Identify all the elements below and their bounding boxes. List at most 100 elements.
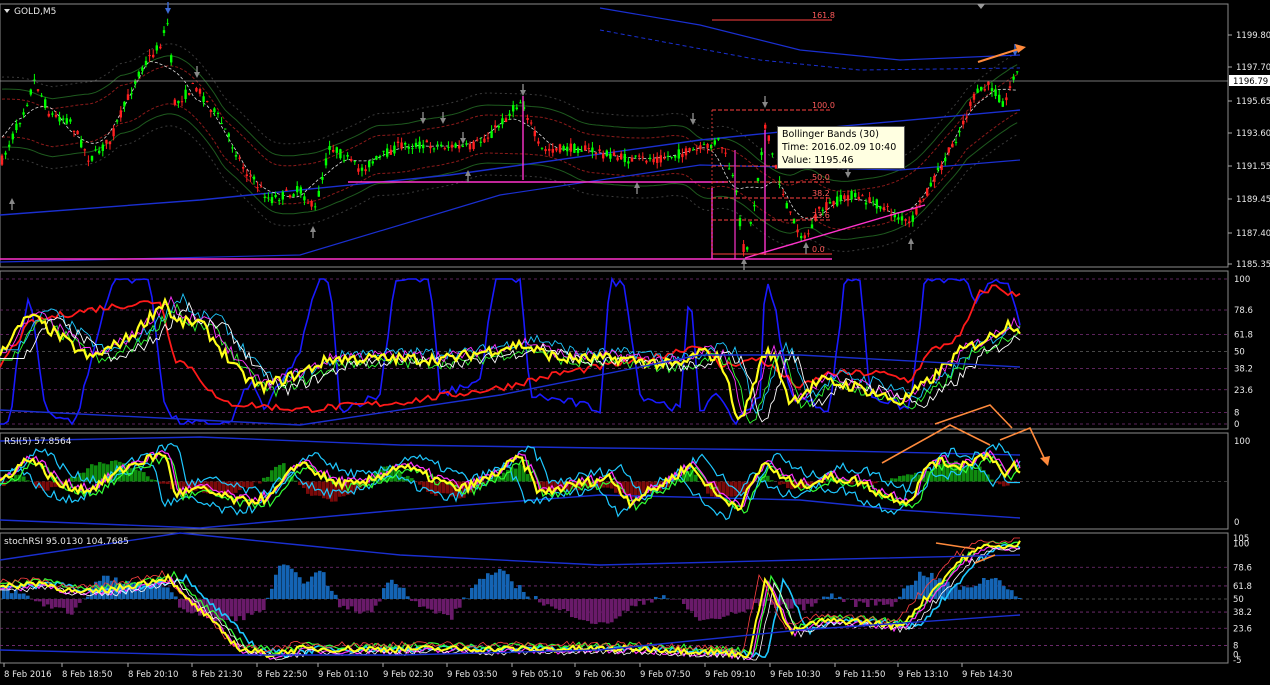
candle-body [26, 104, 29, 106]
candle-body [317, 190, 320, 197]
candle-body [951, 143, 954, 148]
candle-body [450, 144, 454, 148]
candle-body [324, 158, 328, 166]
rsi-histogram-bar [266, 476, 270, 482]
candle-body [288, 195, 292, 198]
candle-body [677, 149, 680, 159]
stochrsi-histogram-bar [486, 573, 490, 599]
candle-body [756, 177, 760, 182]
candle-body [641, 156, 644, 158]
candle-body [501, 118, 504, 125]
candle-body [854, 192, 857, 198]
price-axis-label: 1189.45 [1236, 195, 1270, 205]
candle-body [609, 153, 612, 159]
time-axis-label: 9 Feb 09:10 [705, 670, 755, 680]
price-axis-label: 1199.80 [1236, 31, 1270, 41]
candle-body [587, 147, 590, 150]
rsi-histogram-bar [954, 460, 958, 482]
stochrsi-histogram-bar [46, 599, 50, 605]
candle-body [832, 201, 835, 205]
stochrsi-histogram-bar [502, 570, 506, 599]
candle-body [972, 93, 976, 100]
candle-body [76, 130, 79, 135]
stochrsi-histogram-bar [246, 599, 250, 614]
stochrsi-histogram-bar [298, 577, 302, 599]
candle-body [483, 138, 486, 143]
stochrsi-histogram-bar [666, 598, 670, 599]
stochrsi-histogram-bar [474, 584, 478, 599]
candle-body [980, 86, 983, 91]
candle-body [396, 141, 400, 143]
stochrsi-histogram-bar [550, 599, 554, 607]
candle-body [260, 186, 263, 188]
stochrsi-histogram-bar [910, 584, 914, 599]
candle-body [731, 175, 734, 177]
candle-body [274, 195, 277, 198]
time-axis-label: 9 Feb 05:10 [512, 670, 562, 680]
candle-body [123, 101, 126, 107]
candle-body [162, 30, 166, 33]
stochrsi-histogram-bar [162, 587, 166, 599]
candle-body [458, 145, 461, 149]
stochrsi-histogram-bar [834, 598, 838, 599]
stochrsi-histogram-bar [578, 599, 582, 620]
rsi-histogram-bar [418, 481, 422, 485]
stochrsi-histogram-bar [630, 599, 634, 606]
candle-body [368, 160, 371, 168]
candle-body [911, 215, 914, 222]
candle-body [180, 101, 184, 103]
candle-body [422, 144, 425, 149]
candle-body [51, 113, 54, 115]
candle-body [328, 145, 331, 150]
candle-body [1001, 101, 1004, 107]
rsi-histogram-bar [974, 469, 978, 482]
candle-body [11, 133, 14, 140]
candle-body [155, 45, 158, 51]
time-axis-label: 9 Feb 02:30 [383, 670, 433, 680]
candle-body [213, 108, 216, 113]
candle-body [472, 141, 475, 150]
rsi-histogram-bar [874, 481, 878, 484]
candle-body [789, 211, 792, 213]
rsi-title: RSI(5) 57.8564 [4, 437, 72, 447]
rsi-histogram-bar [182, 481, 186, 488]
time-axis-label: 9 Feb 06:30 [575, 670, 625, 680]
candle-body [540, 147, 544, 149]
candle-body [386, 148, 389, 157]
candle-body [620, 153, 623, 160]
chart-canvas[interactable]: 161.8 100.0 61.8 50.0 38.2 23.6 0.0 1199.80 119… [0, 0, 1270, 685]
candle-body [688, 147, 691, 152]
stochrsi-histogram-bar [466, 598, 470, 599]
candle-body [497, 125, 500, 128]
stochrsi-histogram-bar [746, 599, 750, 610]
stochrsi-histogram-bar [866, 599, 870, 608]
candle-body [177, 100, 180, 104]
fib-level-label: 23.6 [812, 211, 830, 220]
stochrsi-histogram-bar [958, 589, 962, 599]
candle-body [569, 143, 572, 152]
candle-body [1016, 71, 1019, 73]
candle-body [717, 137, 720, 140]
stochrsi-histogram-bar [314, 572, 318, 599]
stochrsi-histogram-bar [690, 599, 694, 611]
oscillator-axis-label: 78.6 [1234, 306, 1253, 316]
stochrsi-histogram-bar [598, 599, 602, 623]
stochrsi-title: stochRSI 95.0130 104.7685 [4, 537, 129, 547]
candle-body [573, 144, 576, 153]
candle-body [65, 118, 68, 124]
candle-body [638, 155, 641, 157]
candle-body [371, 161, 374, 164]
stochrsi-histogram-bar [742, 599, 746, 612]
candle-body [764, 124, 767, 129]
stochrsi-histogram-bar [570, 599, 574, 618]
stochrsi-histogram-bar [554, 599, 558, 609]
rsi-histogram-bar [50, 481, 54, 488]
stochrsi-histogram-bar [430, 599, 434, 610]
stochrsi-histogram-bar [402, 587, 406, 599]
candle-body [998, 94, 1001, 103]
stochrsi-histogram-bar [622, 599, 626, 611]
candle-body [378, 155, 382, 157]
candle-body [929, 182, 932, 187]
rsi-histogram-bar [318, 481, 322, 496]
candle-body [551, 148, 554, 153]
